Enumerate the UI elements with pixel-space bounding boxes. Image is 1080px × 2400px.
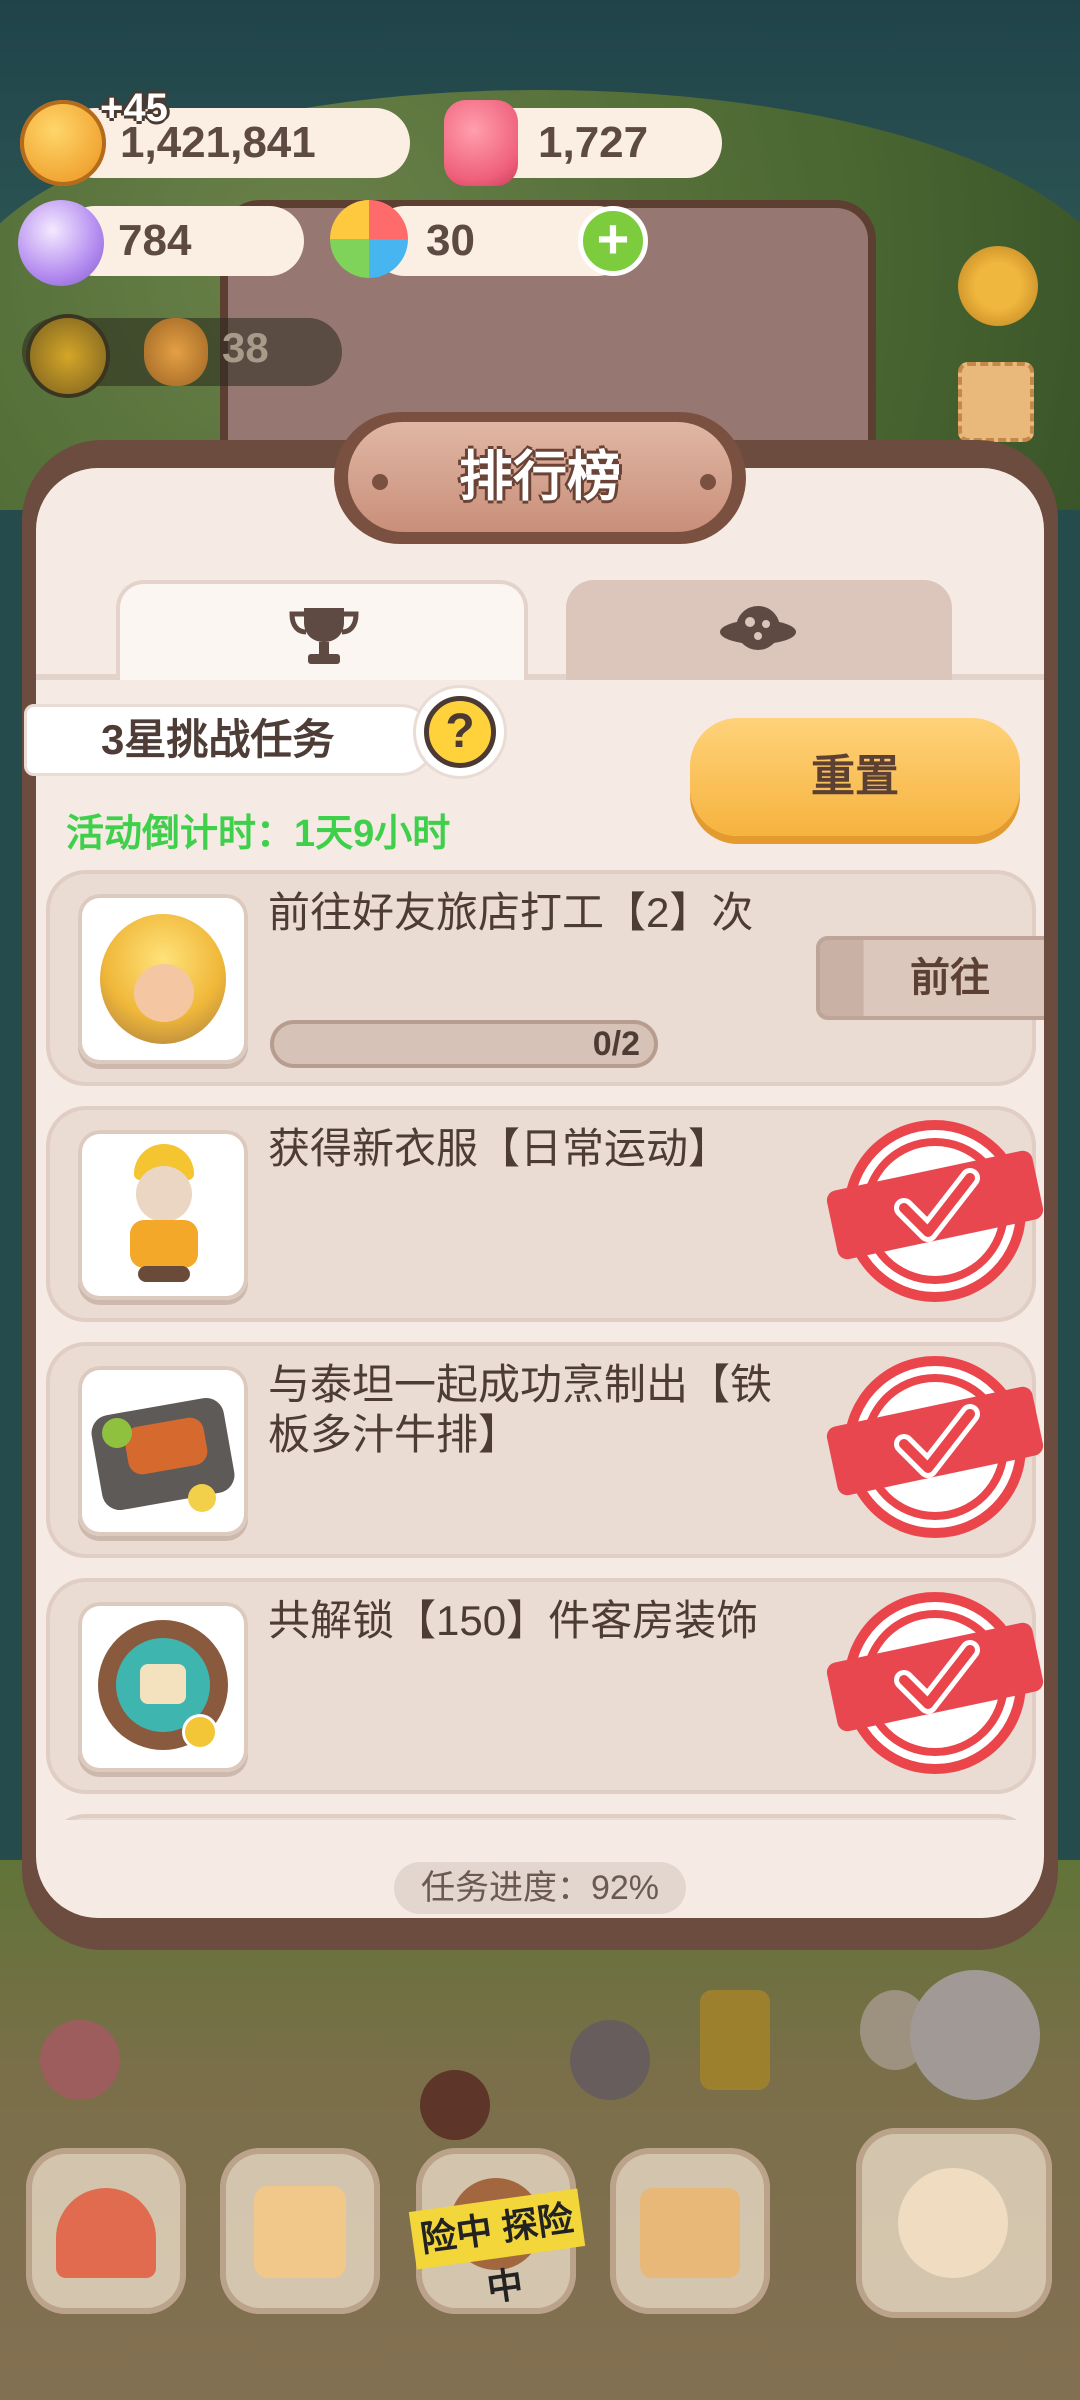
nav-house-button[interactable] bbox=[26, 2148, 186, 2314]
shop-icon bbox=[640, 2188, 740, 2278]
title-plate-inner: 排行榜 bbox=[348, 422, 732, 532]
nav-pet-button[interactable] bbox=[856, 2128, 1052, 2318]
pet-timer-icon bbox=[898, 2168, 1008, 2278]
task-row: 共解锁【150】件客房装饰 bbox=[46, 1578, 1044, 1794]
gold-gain-label: +45 bbox=[100, 86, 168, 130]
sun-badge-icon[interactable] bbox=[26, 314, 110, 398]
task-description: 与泰坦一起成功烹制出【铁板多汁牛排】 bbox=[268, 1361, 773, 1458]
task-progress-summary: 任务进度：92% bbox=[394, 1862, 686, 1914]
decoration-badge-icon bbox=[78, 1602, 248, 1772]
gold-cookie-icon bbox=[20, 100, 106, 186]
trophy-icon bbox=[289, 608, 359, 664]
flower-value: 30 bbox=[426, 216, 475, 265]
planet-icon bbox=[720, 606, 796, 650]
outfit-icon bbox=[78, 1130, 248, 1300]
nav-notebook-button[interactable] bbox=[220, 2148, 380, 2314]
task-list[interactable]: 前往好友旅店打工【2】次 0/2 前往 获得新衣服【日常运动】 与泰坦一起成功烹… bbox=[36, 860, 1044, 1820]
go-button[interactable]: 前往 bbox=[816, 936, 1044, 1020]
ruby-value: 1,727 bbox=[538, 118, 649, 167]
checkmark-icon bbox=[894, 1404, 980, 1478]
task-progress-label: 0/2 bbox=[592, 1025, 640, 1063]
task-progress-bar: 0/2 bbox=[270, 1020, 658, 1068]
countdown-timer: 活动倒计时：1天9小时 bbox=[66, 813, 451, 855]
task-row: 获得新衣服【日常运动】 bbox=[46, 1106, 1044, 1322]
steak-icon bbox=[78, 1366, 248, 1536]
nav-shop-button[interactable] bbox=[610, 2148, 770, 2314]
mushroom-house-icon bbox=[56, 2188, 156, 2278]
add-flower-button[interactable]: + bbox=[578, 206, 648, 276]
cookie-character-icon bbox=[144, 318, 208, 386]
title-rivet bbox=[700, 474, 716, 490]
checkmark-icon bbox=[894, 1168, 980, 1242]
challenge-title: 3星挑战任务 bbox=[24, 704, 436, 776]
task-row: 与泰坦一起成功烹制出【铁板多汁牛排】 bbox=[46, 1342, 1044, 1558]
task-description: 前往好友旅店打工【2】次 bbox=[268, 889, 754, 936]
ruby-jelly-icon bbox=[444, 100, 518, 186]
panel-title: 排行榜 bbox=[459, 447, 621, 507]
settings-gear-icon[interactable] bbox=[958, 246, 1038, 326]
worker-girl-icon bbox=[78, 894, 248, 1064]
help-icon[interactable]: ? bbox=[424, 696, 496, 768]
task-description: 获得新衣服【日常运动】 bbox=[268, 1125, 731, 1172]
task-row: 前往好友旅店打工【2】次 0/2 前往 bbox=[46, 870, 1044, 1086]
candy-icon bbox=[18, 200, 104, 286]
title-rivet bbox=[372, 474, 388, 490]
notebook-icon bbox=[254, 2186, 346, 2278]
checkmark-icon bbox=[894, 1640, 980, 1714]
tab-trophy[interactable] bbox=[116, 580, 528, 680]
flower-icon bbox=[330, 200, 408, 278]
reset-button[interactable]: 重置 bbox=[690, 718, 1020, 836]
task-row bbox=[46, 1814, 1036, 1820]
candy-value: 784 bbox=[118, 216, 192, 265]
stamp-card-icon[interactable] bbox=[958, 362, 1034, 442]
task-description: 共解锁【150】件客房装饰 bbox=[268, 1597, 759, 1644]
tab-planet[interactable] bbox=[566, 580, 952, 680]
level-value: 38 bbox=[222, 324, 269, 371]
